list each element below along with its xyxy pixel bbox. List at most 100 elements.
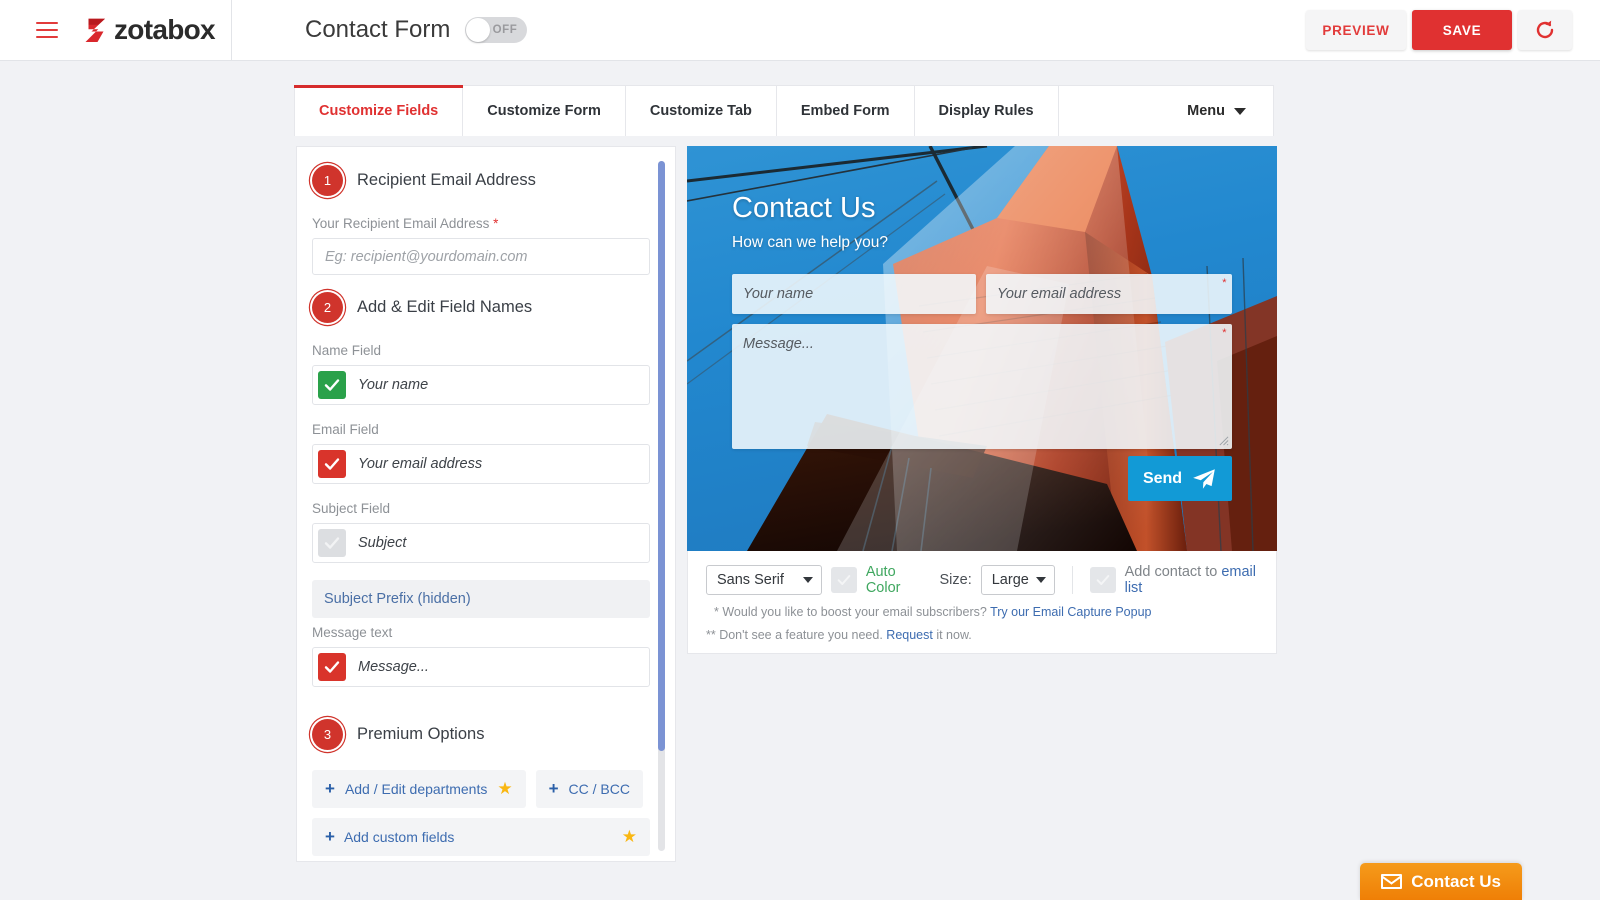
recipient-email-input[interactable]: Eg: recipient@yourdomain.com: [312, 238, 650, 275]
premium-star-icon: ★: [621, 827, 637, 846]
hero-background: Contact Us How can we help you? Your nam…: [687, 146, 1277, 551]
feature-note-tail: it now.: [932, 628, 972, 642]
refresh-button[interactable]: [1518, 10, 1572, 50]
add-contact-label: Add contact to email list: [1125, 564, 1258, 596]
preview-send-button[interactable]: Send: [1128, 456, 1232, 501]
email-field-block: Email Field Your email address: [312, 422, 650, 484]
options-divider: [1071, 566, 1073, 594]
add-edit-departments-label: Add / Edit departments: [344, 781, 488, 797]
tab-customize-form[interactable]: Customize Form: [463, 86, 626, 136]
panel-scrollbar-track[interactable]: [658, 161, 665, 851]
step-2-badge: 2: [312, 292, 343, 323]
form-title-zone: Contact Form OFF: [305, 16, 528, 44]
preview-message-required: *: [1221, 327, 1226, 339]
save-button[interactable]: SAVE: [1412, 10, 1512, 50]
name-field-row[interactable]: Your name: [312, 365, 650, 405]
top-actions: PREVIEW SAVE: [1306, 10, 1572, 50]
refresh-icon: [1536, 20, 1554, 39]
add-edit-departments-button[interactable]: + Add / Edit departments ★: [312, 770, 526, 808]
cc-bcc-label: CC / BCC: [568, 781, 630, 797]
panel-content: 1 Recipient Email Address Your Recipient…: [297, 147, 659, 861]
preview-message-textarea[interactable]: Message... *: [732, 324, 1232, 449]
preview-button[interactable]: PREVIEW: [1306, 10, 1406, 50]
check-icon: [324, 458, 340, 470]
message-field-row[interactable]: Message...: [312, 647, 650, 687]
step-2-header: 2 Add & Edit Field Names: [312, 292, 641, 323]
email-field-value[interactable]: Your email address: [358, 456, 482, 472]
contact-us-floating-tab[interactable]: Contact Us: [1360, 863, 1522, 900]
chevron-down-icon: [1035, 577, 1046, 583]
brand-zone: zotabox: [0, 0, 232, 61]
tab-customize-tab[interactable]: Customize Tab: [626, 86, 777, 136]
preview-name-placeholder: Your name: [743, 286, 814, 302]
check-icon: [837, 575, 851, 585]
check-icon: [1096, 575, 1109, 585]
top-bar: zotabox Contact Form OFF PREVIEW SAVE: [0, 0, 1600, 61]
message-field-value[interactable]: Message...: [358, 659, 429, 675]
add-custom-fields-label: Add custom fields: [343, 829, 455, 845]
add-contact-checkbox[interactable]: [1089, 567, 1116, 593]
resize-grip-icon[interactable]: [1218, 435, 1229, 446]
options-row: Sans Serif Auto Color Size: Large Add co…: [688, 564, 1276, 596]
paper-plane-icon: [1193, 468, 1215, 489]
hero-subtitle: How can we help you?: [732, 234, 888, 251]
plus-icon: +: [548, 779, 559, 798]
step-3-header: 3 Premium Options: [312, 719, 641, 750]
menu-dropdown[interactable]: Menu: [1160, 86, 1273, 136]
plus-icon: +: [325, 779, 335, 798]
subject-prefix-row[interactable]: Subject Prefix (hidden): [312, 580, 650, 618]
preview-name-input[interactable]: Your name: [732, 274, 976, 314]
hamburger-icon[interactable]: [36, 22, 58, 38]
email-field-checkbox[interactable]: [318, 450, 346, 478]
tab-bar: Customize Fields Customize Form Customiz…: [293, 85, 1274, 136]
zotabox-logo[interactable]: zotabox: [81, 14, 216, 46]
check-icon: [324, 537, 340, 549]
name-field-label: Name Field: [312, 343, 382, 358]
zotabox-logo-icon: [85, 18, 105, 42]
toggle-knob: [466, 18, 491, 42]
add-custom-fields-inner: + Add custom fields: [325, 827, 454, 847]
envelope-icon: [1381, 874, 1403, 889]
step-3-title: Premium Options: [357, 725, 485, 743]
recipient-email-label-text: Your Recipient Email Address: [312, 216, 490, 231]
logo-wordmark: zotabox: [114, 14, 216, 45]
hero-title: Contact Us: [732, 192, 876, 224]
boost-subscribers-note: * Would you like to boost your email sub…: [688, 605, 1276, 619]
tab-customize-fields[interactable]: Customize Fields: [293, 85, 464, 136]
required-asterisk: *: [493, 216, 499, 231]
tab-display-rules[interactable]: Display Rules: [915, 86, 1059, 136]
tab-embed-form[interactable]: Embed Form: [777, 86, 915, 136]
premium-star-icon: ★: [497, 779, 513, 798]
subject-field-label: Subject Field: [312, 501, 391, 516]
step-1-title: Recipient Email Address: [357, 171, 536, 189]
auto-color-checkbox[interactable]: [830, 567, 857, 593]
subject-field-row[interactable]: Subject: [312, 523, 650, 563]
size-select[interactable]: Large: [980, 565, 1055, 595]
email-field-label: Email Field: [312, 422, 379, 437]
font-family-select[interactable]: Sans Serif: [706, 565, 822, 595]
email-field-row[interactable]: Your email address: [312, 444, 650, 484]
name-field-block: Name Field Your name: [312, 343, 650, 405]
preview-email-input[interactable]: Your email address *: [986, 274, 1232, 314]
request-feature-link[interactable]: Request: [886, 628, 933, 642]
panel-scrollbar-thumb[interactable]: [658, 161, 665, 751]
step-1-badge: 1: [312, 165, 343, 196]
feature-request-note: ** Don't see a feature you need. Request…: [688, 628, 1276, 642]
size-label: Size:: [939, 572, 972, 588]
cc-bcc-button[interactable]: + CC / BCC: [535, 770, 643, 808]
plus-icon: +: [325, 827, 335, 846]
form-enable-toggle[interactable]: OFF: [465, 17, 528, 43]
preview-message-placeholder: Message...: [743, 336, 814, 352]
subject-field-value[interactable]: Subject: [358, 535, 406, 551]
name-field-checkbox[interactable]: [318, 371, 346, 399]
page-title: Contact Form: [305, 16, 451, 43]
subject-field-checkbox[interactable]: [318, 529, 346, 557]
toggle-state-label: OFF: [492, 24, 518, 36]
chevron-down-icon: [802, 577, 813, 583]
chevron-down-icon: [1234, 107, 1246, 115]
message-field-checkbox[interactable]: [318, 653, 346, 681]
preview-email-placeholder: Your email address: [997, 286, 1122, 302]
name-field-value[interactable]: Your name: [358, 377, 428, 393]
add-custom-fields-button[interactable]: + Add custom fields ★: [312, 818, 650, 856]
email-capture-popup-link[interactable]: Try our Email Capture Popup: [990, 605, 1151, 619]
